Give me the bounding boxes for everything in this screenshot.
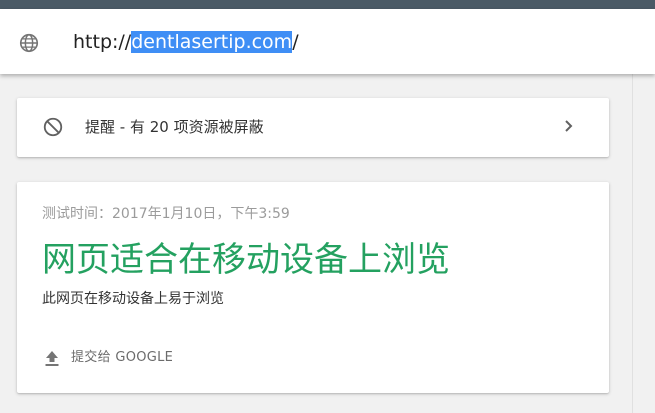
- mobile-friendly-result-card: 测试时间：2017年1月10日，下午3:59 网页适合在移动设备上浏览 此网页在…: [17, 182, 609, 393]
- alert-text: 提醒 - 有 20 项资源被屏蔽: [85, 118, 264, 136]
- result-description: 此网页在移动设备上易于浏览: [42, 291, 224, 307]
- block-icon: [43, 117, 63, 137]
- submit-label: 提交给 GOOGLE: [71, 350, 174, 365]
- window-top-strip: [0, 0, 655, 9]
- url-suffix: /: [292, 31, 299, 53]
- url-input[interactable]: http://dentlasertip.com/: [73, 29, 299, 55]
- url-selected-text: dentlasertip.com: [131, 31, 293, 53]
- url-prefix: http://: [73, 31, 132, 53]
- test-timestamp: 测试时间：2017年1月10日，下午3:59: [42, 206, 290, 222]
- globe-icon: [19, 33, 39, 53]
- submit-to-google-button[interactable]: 提交给 GOOGLE: [42, 346, 173, 370]
- blocked-resources-alert[interactable]: 提醒 - 有 20 项资源被屏蔽: [17, 98, 609, 157]
- result-headline: 网页适合在移动设备上浏览: [42, 240, 450, 280]
- chevron-right-icon[interactable]: [563, 117, 575, 135]
- upload-icon: [45, 351, 59, 366]
- scrollbar-track: [632, 74, 633, 413]
- address-bar[interactable]: http://dentlasertip.com/: [0, 9, 655, 74]
